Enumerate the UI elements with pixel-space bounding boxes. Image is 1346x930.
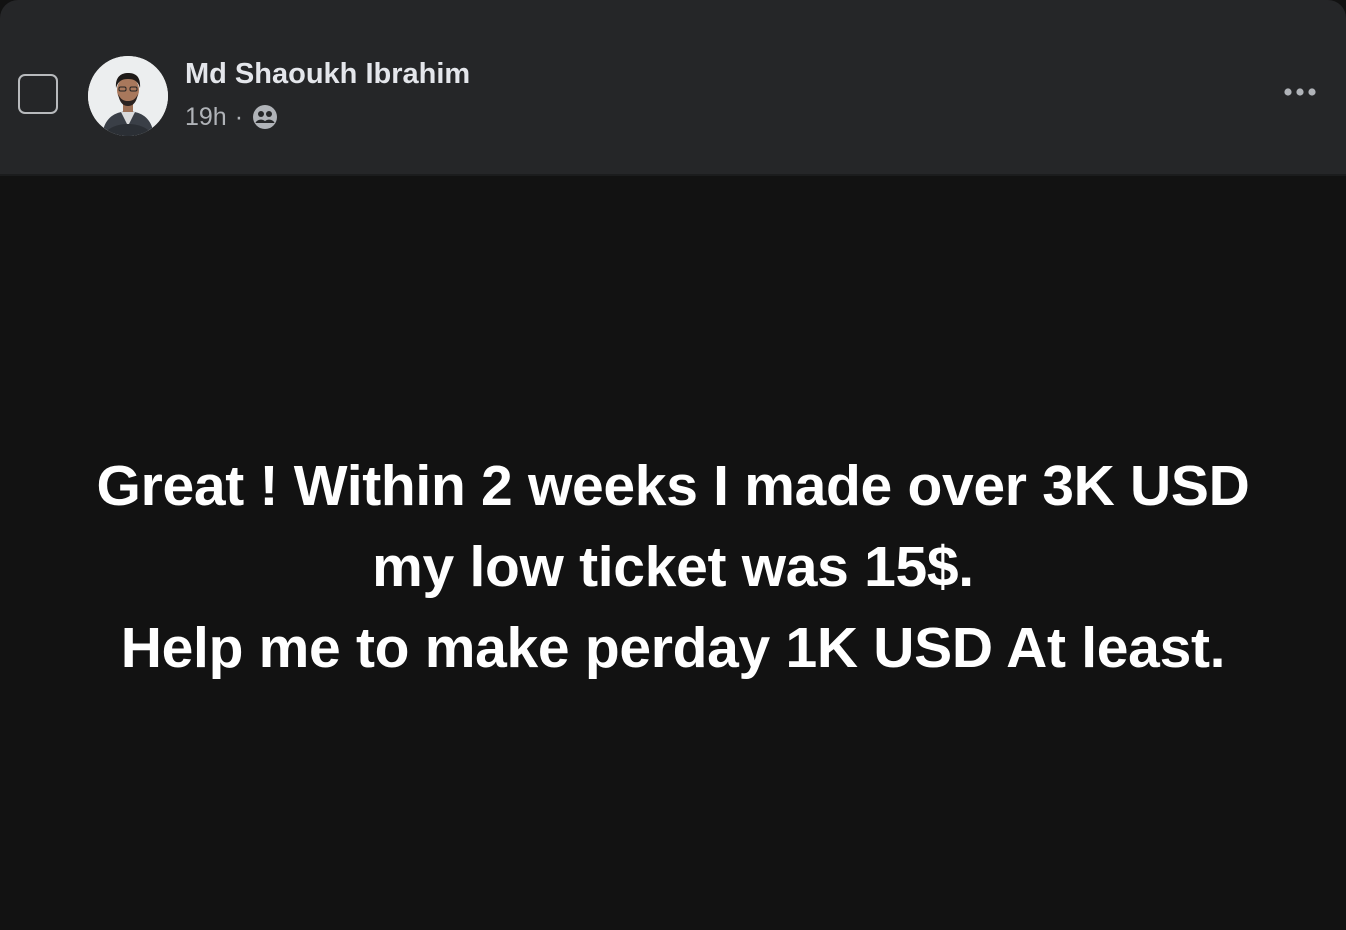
post-meta: 19h ·	[185, 100, 278, 134]
post-text-line-3: Help me to make perday 1K USD At least.	[120, 616, 1226, 680]
post-text-line-1: Great ! Within 2 weeks I made over 3K US…	[96, 454, 1250, 518]
post-text: Great ! Within 2 weeks I made over 3K US…	[40, 446, 1306, 689]
select-checkbox[interactable]	[18, 74, 58, 114]
avatar-photo	[88, 56, 168, 136]
post-card: Md Shaoukh Ibrahim 19h · Great ! Within …	[0, 0, 1346, 930]
post-body: Great ! Within 2 weeks I made over 3K US…	[0, 176, 1346, 930]
meta-separator: ·	[234, 102, 244, 131]
more-options-icon	[1284, 88, 1316, 96]
author-name[interactable]: Md Shaoukh Ibrahim	[185, 58, 470, 91]
post-timestamp[interactable]: 19h	[185, 103, 227, 132]
author-avatar[interactable]	[88, 56, 168, 136]
post-header: Md Shaoukh Ibrahim 19h ·	[0, 0, 1346, 176]
more-options-button[interactable]	[1276, 78, 1324, 106]
post-text-line-2: my low ticket was 15$.	[372, 535, 974, 599]
friends-icon[interactable]	[252, 104, 278, 130]
